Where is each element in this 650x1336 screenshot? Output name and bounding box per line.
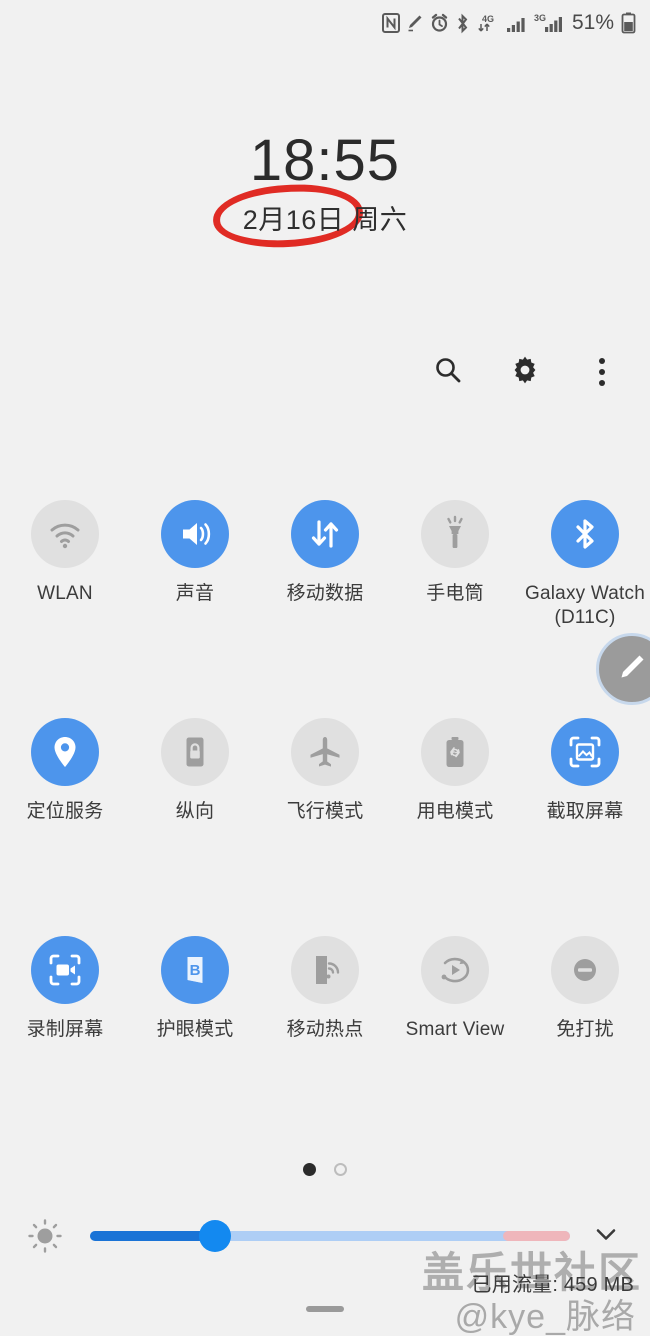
more-options-icon bbox=[599, 358, 605, 386]
qs-label: WLAN bbox=[37, 583, 93, 604]
mobile-data-4g-icon: 4G bbox=[476, 12, 500, 34]
qs-tile-blue-light-filter[interactable]: B 护眼模式 bbox=[130, 930, 260, 1148]
qs-tile-screenshot[interactable]: 截取屏幕 bbox=[520, 712, 650, 930]
page-indicator bbox=[0, 1163, 650, 1176]
qs-tile-do-not-disturb[interactable]: 免打扰 bbox=[520, 930, 650, 1148]
qs-label: 移动热点 bbox=[286, 1019, 364, 1040]
minimize-handle[interactable] bbox=[306, 1306, 344, 1312]
brightness-slider-track[interactable] bbox=[90, 1220, 570, 1252]
quick-settings-row: 定位服务 纵向 飞行模式 用电模式 截取屏幕 bbox=[0, 712, 650, 930]
qs-label: 手电筒 bbox=[426, 583, 484, 604]
clock-date[interactable]: 2月16日 周六 bbox=[243, 198, 408, 237]
battery-percent-label: 51% bbox=[571, 11, 614, 34]
bluetooth-icon bbox=[455, 13, 470, 34]
power-mode-icon bbox=[421, 718, 489, 786]
chevron-down-icon bbox=[592, 1220, 620, 1253]
search-button[interactable] bbox=[428, 352, 468, 392]
qs-label: Galaxy Watch (D11C) bbox=[525, 583, 645, 628]
brightness-icon[interactable] bbox=[22, 1213, 68, 1259]
quick-settings-row: 录制屏幕 B 护眼模式 移动热点 Smart View 免打扰 bbox=[0, 930, 650, 1148]
quick-settings-grid: WLAN 声音 移动数据 手电筒 Galaxy Watch (D11C) 定位服… bbox=[0, 494, 650, 1148]
do-not-disturb-icon bbox=[551, 936, 619, 1004]
qs-tile-hotspot[interactable]: 移动热点 bbox=[260, 930, 390, 1148]
more-options-button[interactable] bbox=[582, 352, 622, 392]
qs-label: 移动数据 bbox=[286, 583, 364, 604]
qs-tile-mobile-data[interactable]: 移动数据 bbox=[260, 494, 390, 712]
signal-bars-3g-sim2-icon: 3G bbox=[534, 12, 564, 34]
gear-icon bbox=[509, 354, 541, 391]
qs-label: 录制屏幕 bbox=[26, 1019, 104, 1040]
brightness-slider-row bbox=[0, 1210, 650, 1262]
mobile-data-icon bbox=[291, 500, 359, 568]
airplane-icon bbox=[291, 718, 359, 786]
wifi-icon bbox=[31, 500, 99, 568]
brightness-slider-fill bbox=[90, 1231, 215, 1241]
page-dot-2[interactable] bbox=[334, 1163, 347, 1176]
brightness-slider-recording-segment bbox=[502, 1231, 570, 1241]
qs-label: 免打扰 bbox=[556, 1019, 614, 1040]
qs-tile-sound[interactable]: 声音 bbox=[130, 494, 260, 712]
spen-icon bbox=[406, 13, 424, 33]
location-pin-icon bbox=[31, 718, 99, 786]
status-bar: 4G 3G 51% bbox=[0, 0, 650, 46]
qs-label: 声音 bbox=[175, 583, 215, 604]
qs-label: 纵向 bbox=[175, 801, 215, 822]
svg-text:B: B bbox=[190, 962, 201, 979]
qs-label: 飞行模式 bbox=[286, 801, 364, 822]
quick-settings-row: WLAN 声音 移动数据 手电筒 Galaxy Watch (D11C) bbox=[0, 494, 650, 712]
signal-bars-sim1-icon bbox=[506, 13, 528, 33]
sound-icon bbox=[161, 500, 229, 568]
page-dot-1[interactable] bbox=[303, 1163, 316, 1176]
qs-tile-flashlight[interactable]: 手电筒 bbox=[390, 494, 520, 712]
blue-light-filter-icon: B bbox=[161, 936, 229, 1004]
search-icon bbox=[433, 355, 463, 390]
data-usage-label: 已用流量: 459 MB bbox=[471, 1274, 634, 1296]
svg-text:3G: 3G bbox=[534, 13, 546, 23]
qs-tile-smart-view[interactable]: Smart View bbox=[390, 930, 520, 1148]
pencil-icon bbox=[615, 650, 649, 689]
svg-text:4G: 4G bbox=[482, 14, 494, 24]
bluetooth-icon bbox=[551, 500, 619, 568]
alarm-icon bbox=[430, 13, 449, 33]
qs-tile-wlan[interactable]: WLAN bbox=[0, 494, 130, 712]
clock-area: 18:55 2月16日 周六 bbox=[0, 130, 650, 251]
flashlight-icon bbox=[421, 500, 489, 568]
qs-tile-airplane[interactable]: 飞行模式 bbox=[260, 712, 390, 930]
clock-time[interactable]: 18:55 bbox=[0, 130, 650, 192]
screen-record-icon bbox=[31, 936, 99, 1004]
battery-icon bbox=[621, 12, 636, 34]
qs-label: 用电模式 bbox=[416, 801, 494, 822]
clock-date-wrapper: 2月16日 周六 bbox=[211, 181, 408, 251]
nfc-icon bbox=[381, 13, 400, 33]
rotation-lock-icon bbox=[161, 718, 229, 786]
qs-tile-power-mode[interactable]: 用电模式 bbox=[390, 712, 520, 930]
settings-button[interactable] bbox=[505, 352, 545, 392]
qs-tile-location[interactable]: 定位服务 bbox=[0, 712, 130, 930]
expand-button[interactable] bbox=[584, 1214, 628, 1258]
qs-label: 截取屏幕 bbox=[546, 801, 624, 822]
qs-tile-screen-record[interactable]: 录制屏幕 bbox=[0, 930, 130, 1148]
panel-toolbar bbox=[428, 352, 622, 392]
qs-label: 护眼模式 bbox=[156, 1019, 234, 1040]
qs-label: 定位服务 bbox=[26, 801, 104, 822]
hotspot-icon bbox=[291, 936, 359, 1004]
brightness-slider-thumb[interactable] bbox=[198, 1220, 231, 1252]
screenshot-icon bbox=[551, 718, 619, 786]
quick-settings-panel: 4G 3G 51% 18:55 2月16日 周六 WLAN 声音 移动数据 手电… bbox=[0, 0, 650, 1336]
qs-label: Smart View bbox=[405, 1019, 505, 1040]
qs-tile-rotation[interactable]: 纵向 bbox=[130, 712, 260, 930]
smart-view-icon bbox=[421, 936, 489, 1004]
